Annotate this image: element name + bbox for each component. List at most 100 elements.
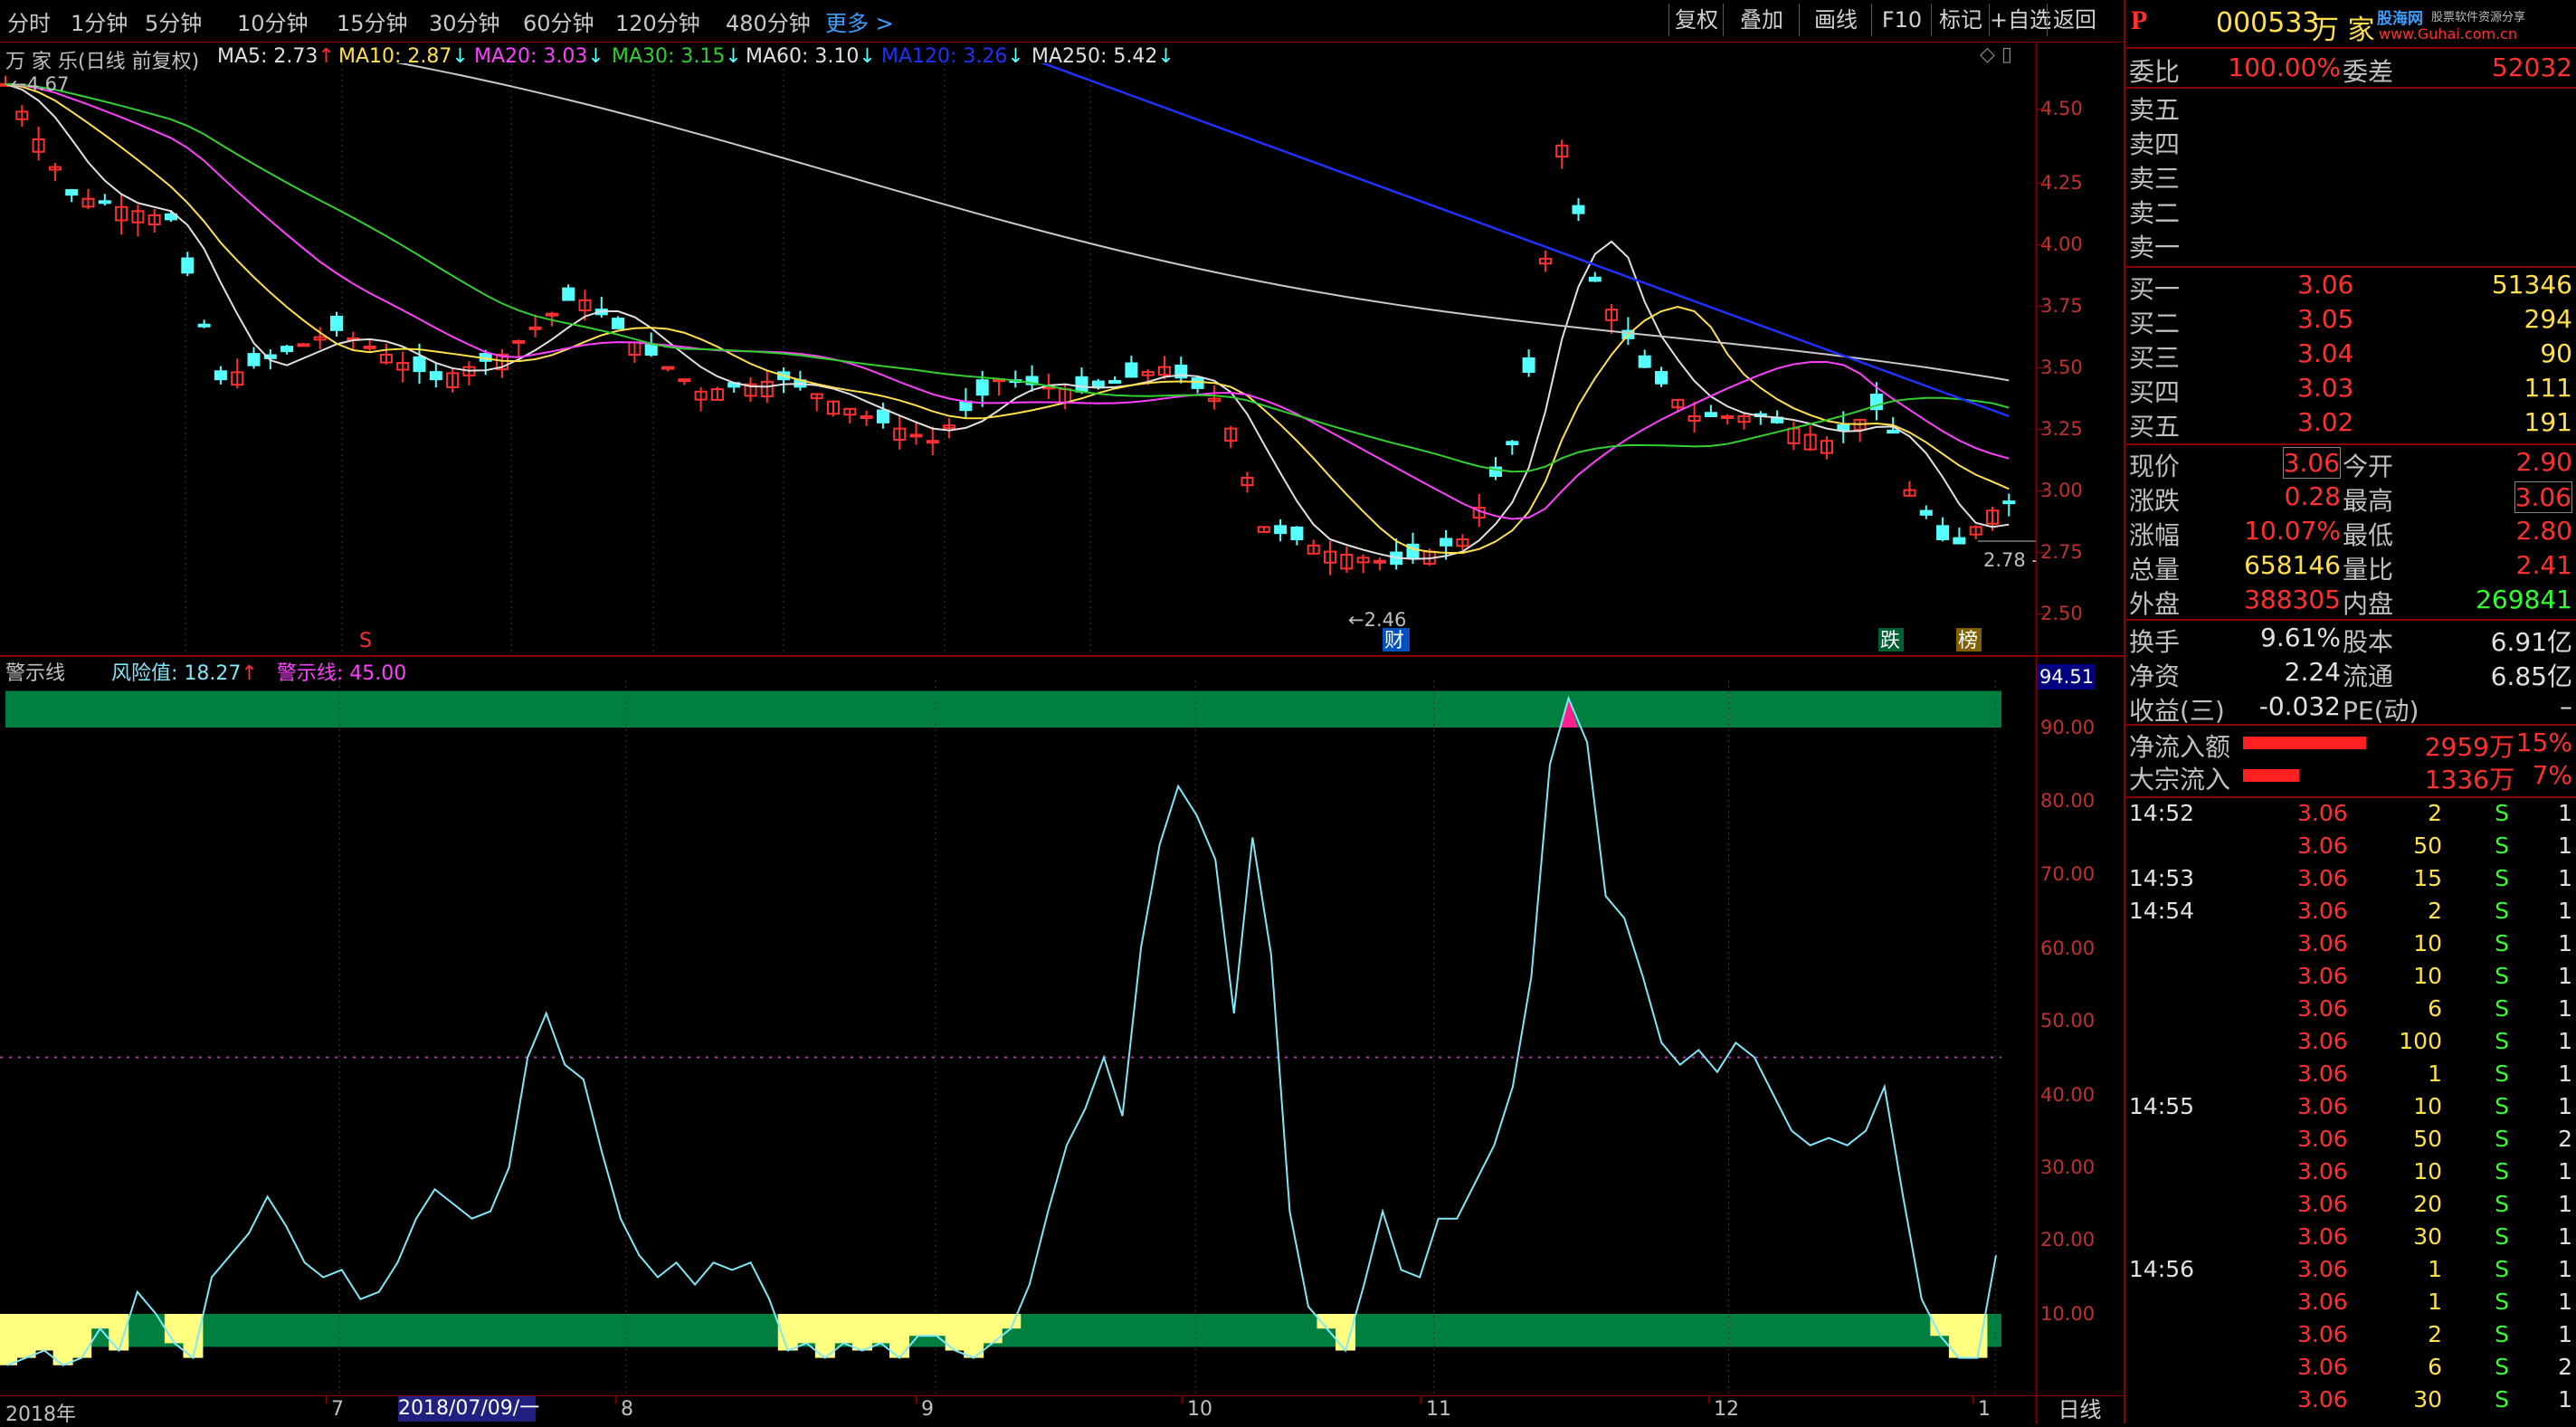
toolbar-button[interactable]: +自选: [1989, 4, 2048, 36]
tick-volume: 2: [2428, 1321, 2442, 1347]
cai-marker: 财: [1384, 630, 1404, 652]
candle-body: [298, 344, 309, 346]
indicator-tick-label: 90.00: [2040, 717, 2095, 738]
tick-direction: S: [2495, 1093, 2509, 1119]
sell-row: 卖五: [2125, 90, 2576, 125]
stat-value: -0.032: [2259, 691, 2341, 721]
tick-row: 3.061S1: [2125, 1061, 2576, 1093]
buy-label: 买二: [2129, 304, 2180, 340]
tick-volume: 1: [2428, 1256, 2442, 1282]
tick-count: 1: [2558, 898, 2572, 924]
p-icon: P: [2131, 5, 2147, 36]
tick-volume: 50: [2413, 1126, 2442, 1152]
period-tab[interactable]: 60分钟: [523, 5, 594, 37]
toolbar-button[interactable]: 叠加: [1723, 4, 1800, 36]
tick-price: 3.06: [2297, 865, 2348, 891]
toolbar-button[interactable]: F10: [1871, 4, 1932, 36]
period-tab[interactable]: 120分钟: [615, 5, 700, 37]
tick-direction: S: [2495, 800, 2509, 826]
stat-label: 总量: [2129, 550, 2180, 586]
candle-body: [331, 317, 342, 330]
stat-label: 量比: [2343, 550, 2393, 586]
stat-label: 今开: [2343, 447, 2393, 483]
tick-volume: 6: [2428, 1354, 2442, 1380]
toolbar-button[interactable]: 返回: [2047, 4, 2102, 36]
tick-direction: S: [2495, 1386, 2509, 1413]
stat-value: 2.41: [2516, 550, 2572, 580]
stat-value: 3.06: [2283, 447, 2341, 479]
tick-row: 3.061S1: [2125, 1289, 2576, 1321]
period-tab[interactable]: 15分钟: [337, 5, 408, 37]
stat-value: 10.07%: [2244, 516, 2341, 546]
toolbar-button[interactable]: 画线: [1799, 4, 1872, 36]
tick-count: 1: [2558, 832, 2572, 859]
flow-pct: 15%: [2516, 728, 2572, 757]
tick-row: 3.0610S1: [2125, 930, 2576, 963]
period-tab[interactable]: 5分钟: [145, 5, 202, 37]
stat-label: 现价: [2129, 447, 2180, 483]
tick-count: 1: [2558, 1093, 2572, 1119]
candle-body: [1573, 206, 1584, 214]
indicator-axis: 90.0080.0070.0060.0050.0040.0030.0020.00…: [2036, 657, 2123, 1395]
buy-row[interactable]: 买四3.03111: [2125, 373, 2576, 407]
ma120-line: [999, 63, 2009, 416]
price-tick: [2037, 552, 2046, 553]
logo-url: www.Guhai.com.cn: [2379, 25, 2517, 43]
period-tab[interactable]: 10分钟: [237, 5, 309, 37]
candle-body: [1524, 358, 1535, 372]
buy-row[interactable]: 买五3.02191: [2125, 407, 2576, 442]
stat-label: 流通: [2343, 657, 2393, 693]
tick-price: 3.06: [2297, 1061, 2348, 1087]
price-tick: [2037, 183, 2046, 184]
period-tab[interactable]: 分时: [7, 5, 51, 37]
toolbar-button[interactable]: 标记: [1931, 4, 1990, 36]
tick-count: 1: [2558, 1386, 2572, 1413]
candle-body: [911, 434, 922, 436]
tick-volume: 30: [2413, 1386, 2442, 1413]
buy-volume: 294: [2524, 304, 2572, 334]
period-tab[interactable]: 480分钟: [726, 5, 811, 37]
stock-name: 万 家: [2312, 7, 2375, 47]
tick-row: 3.066S1: [2125, 995, 2576, 1028]
weicha-label: 委差: [2343, 52, 2393, 89]
toolbar-button[interactable]: 复权: [1668, 4, 1724, 36]
candle-body: [613, 319, 623, 328]
tick-volume: 15: [2413, 865, 2442, 891]
weibi-label: 委比: [2129, 52, 2180, 89]
stat-row: 现价3.06今开2.90: [2125, 447, 2576, 481]
candlestick-chart[interactable]: ←4.67←2.462.78 -S财跌榜: [0, 63, 2036, 652]
stat-row: 总量658146量比2.41: [2125, 550, 2576, 585]
buy-row[interactable]: 买二3.05294: [2125, 304, 2576, 338]
flow-row: 大宗流入1336万7%: [2125, 760, 2576, 794]
price-tick-label: 3.50: [2040, 357, 2083, 378]
buy-row[interactable]: 买三3.0490: [2125, 338, 2576, 373]
risk-indicator-chart[interactable]: [0, 680, 2036, 1395]
quote-header: P 000533 万 家 股海网 股票软件资源分享 www.Guhai.com.…: [2125, 5, 2576, 42]
stat-row: 涨幅10.07%最低2.80: [2125, 516, 2576, 550]
buy-row[interactable]: 买一3.0651346: [2125, 270, 2576, 304]
period-tab[interactable]: 更多 >: [825, 5, 894, 37]
tick-row: 3.0610S1: [2125, 963, 2576, 995]
candle-body: [563, 289, 574, 300]
candle-body: [1507, 442, 1517, 444]
sell-label: 卖三: [2129, 159, 2180, 195]
indicator-tick-label: 50.00: [2040, 1010, 2095, 1032]
price-tick-label: 4.25: [2040, 172, 2083, 194]
candle-body: [215, 371, 226, 379]
candle-body: [1722, 416, 1733, 418]
stat-label: 最高: [2343, 481, 2393, 518]
price-tick-label: 3.00: [2040, 480, 2083, 501]
period-label[interactable]: 日线: [2036, 1396, 2123, 1424]
tick-volume: 2: [2428, 898, 2442, 924]
stat-value: 6.85亿: [2491, 657, 2572, 693]
stat-label: 股本: [2343, 623, 2393, 659]
buy-price: 3.03: [2297, 373, 2353, 403]
tick-count: 1: [2558, 995, 2572, 1022]
tick-count: 2: [2558, 1126, 2572, 1152]
period-tab[interactable]: 30分钟: [429, 5, 500, 37]
tick-time: 14:54: [2129, 898, 2194, 924]
candle-body: [662, 367, 673, 369]
tick-price: 3.06: [2297, 1354, 2348, 1380]
period-tab[interactable]: 1分钟: [71, 5, 128, 37]
tick-count: 2: [2558, 1354, 2572, 1380]
